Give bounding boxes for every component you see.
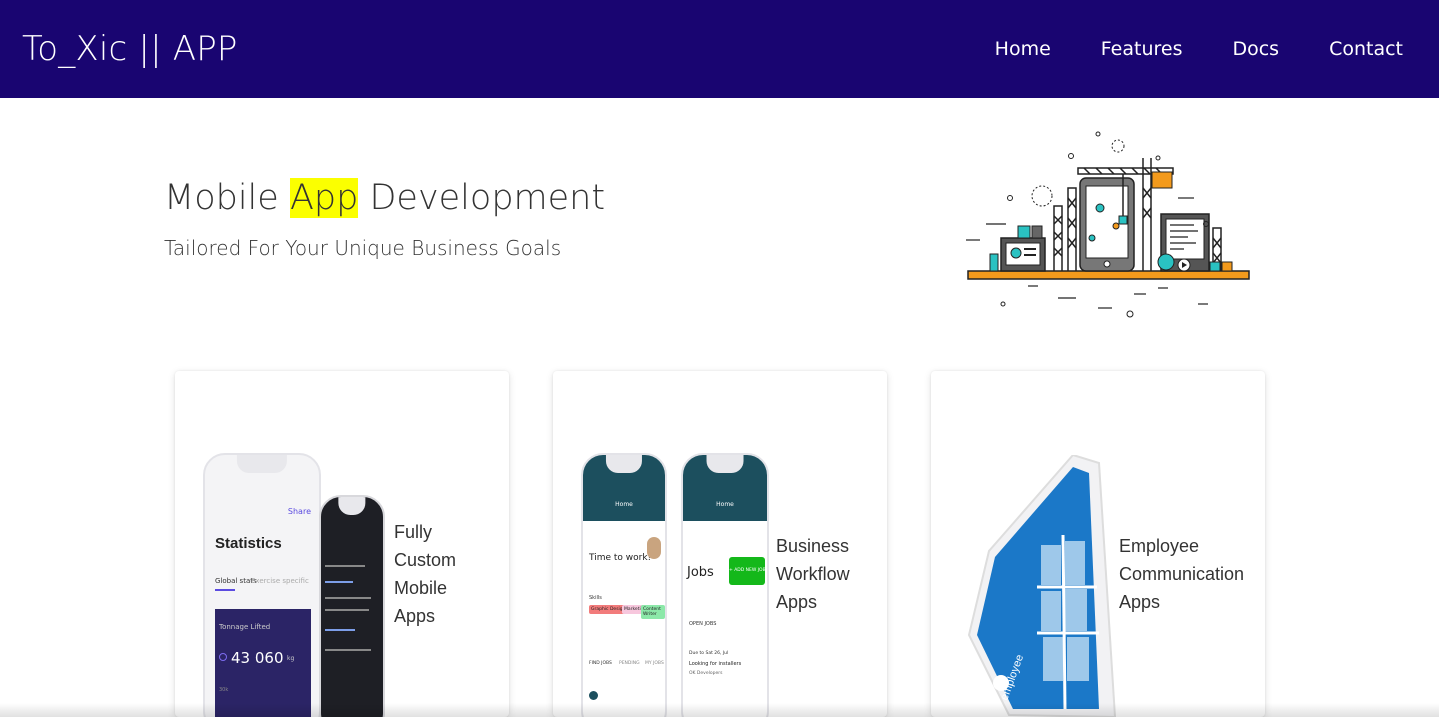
tab-exercise-specific: Exercise specific [251,577,309,585]
hero-title-suffix: Development [358,178,606,218]
construction-illustration [966,131,1250,318]
hero-subtitle: Tailored For Your Unique Business Goals [164,236,562,260]
panel-title: Tonnage Lifted [219,623,271,631]
code-lines [325,557,379,707]
phone-mockup-statistics: Share Statistics Global stats Exercise s… [203,453,321,717]
panel-axis-label: 30k [219,687,229,693]
nav-link-docs[interactable]: Docs [1232,38,1279,60]
card-label: Fully Custom Mobile Apps [394,522,457,626]
phone-mockup-jobs: Home Jobs + ADD NEW JOB OPEN JOBS Due to… [681,453,769,717]
nav-link-features[interactable]: Features [1101,38,1183,60]
bottom-shadow [0,703,1439,717]
open-jobs-label: OPEN JOBS [689,621,717,627]
job-title: Looking for installers [689,661,742,667]
phone-notch [605,455,643,473]
stats-panel: Tonnage Lifted 43 060 kg 30k [215,609,311,717]
hero-title-highlight: App [289,178,359,218]
phone-mockup-code [319,495,385,717]
app-nav-title: Home [615,501,633,508]
phone-notch [338,497,366,515]
progress-ring-icon [219,653,227,661]
panel-value: 43 060 [231,649,284,667]
brand-logo[interactable]: To_Xic || APP [22,29,238,69]
avatar [647,537,661,559]
add-job-button: + ADD NEW JOB [729,557,765,585]
avatar [589,691,598,700]
hero-title: Mobile App Development [164,178,605,218]
phone-notch [236,455,288,473]
share-link: Share [287,507,311,516]
job-company: OK Developers [689,671,723,676]
statistics-heading: Statistics [215,535,282,552]
tab-find-jobs: FIND JOBS [589,661,612,666]
nav-menu: Home Features Docs Contact [995,38,1403,60]
feature-card-employee-apps[interactable]: employee Employee Communication Apps [931,371,1265,717]
job-due-date: Due to Sat 26, Jul [689,651,729,656]
nav-link-home[interactable]: Home [995,38,1051,60]
feature-card-workflow-apps[interactable]: Home Time to work! Skills Graphic Design… [553,371,887,717]
card-label: Business Workflow Apps [776,536,850,612]
tab-my-jobs: MY JOBS [645,661,664,666]
phone-mockup-home: Home Time to work! Skills Graphic Design… [581,453,667,717]
top-navbar: To_Xic || APP Home Features Docs Contact [0,0,1439,98]
tab-indicator [215,589,235,591]
skill-chip: Content Writer [641,605,665,619]
feature-card-custom-apps[interactable]: Share Statistics Global stats Exercise s… [175,371,509,717]
card-label: Employee Communication Apps [1119,536,1245,612]
hero-title-prefix: Mobile [164,178,290,218]
greeting-text: Time to work! [589,553,652,563]
tab-pending: PENDING [619,661,640,666]
jobs-title: Jobs [687,565,714,580]
phone-notch [706,455,744,473]
app-nav-title: Home [716,501,734,508]
panel-unit: kg [287,655,295,662]
phone-mockup-employee: employee [967,455,1117,717]
skills-label: Skills [589,595,602,601]
nav-link-contact[interactable]: Contact [1329,38,1403,60]
